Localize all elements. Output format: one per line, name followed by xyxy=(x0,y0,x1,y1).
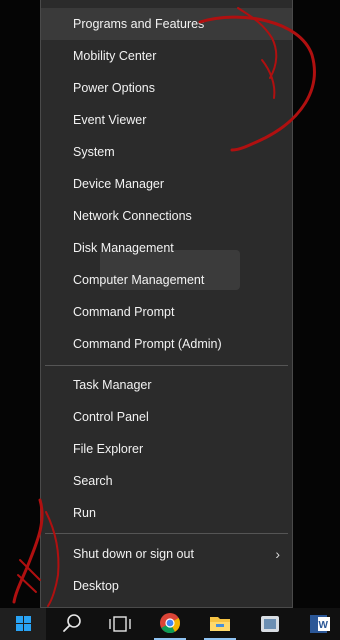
word-icon: W xyxy=(310,615,330,633)
menu-item-task-manager[interactable]: Task Manager xyxy=(41,369,292,401)
menu-item-programs-and-features[interactable]: Programs and Features xyxy=(41,8,292,40)
menu-item-label: Disk Management xyxy=(73,241,174,255)
windows-start-icon xyxy=(16,616,31,631)
search-icon xyxy=(63,614,81,632)
menu-item-control-panel[interactable]: Control Panel xyxy=(41,401,292,433)
menu-item-label: Network Connections xyxy=(73,209,192,223)
menu-item-label: Desktop xyxy=(73,579,119,593)
menu-item-power-options[interactable]: Power Options xyxy=(41,72,292,104)
task-view-button[interactable] xyxy=(96,608,144,640)
menu-item-computer-management[interactable]: Computer Management xyxy=(41,264,292,296)
menu-item-label: Control Panel xyxy=(73,410,149,424)
file-explorer-icon xyxy=(210,617,230,631)
task-view-icon xyxy=(109,616,131,632)
menu-item-label: Search xyxy=(73,474,113,488)
menu-item-system[interactable]: System xyxy=(41,136,292,168)
menu-item-label: Run xyxy=(73,506,96,520)
menu-item-label: Task Manager xyxy=(73,378,152,392)
menu-item-desktop[interactable]: Desktop xyxy=(41,570,292,602)
taskbar-chrome-button[interactable] xyxy=(146,608,194,640)
taskbar-word-button[interactable]: W xyxy=(296,608,340,640)
menu-item-label: Programs and Features xyxy=(73,17,205,31)
menu-item-network-connections[interactable]: Network Connections xyxy=(41,200,292,232)
menu-item-label: Shut down or sign out xyxy=(73,547,194,561)
svg-text:W: W xyxy=(319,620,329,631)
menu-item-label: Command Prompt (Admin) xyxy=(73,337,222,351)
taskbar-app-button[interactable] xyxy=(246,608,294,640)
menu-item-search[interactable]: Search xyxy=(41,465,292,497)
menu-item-label: Event Viewer xyxy=(73,113,147,127)
menu-item-label: Computer Management xyxy=(73,273,205,287)
menu-item-label: File Explorer xyxy=(73,442,144,456)
menu-item-shut-down-or-sign-out[interactable]: Shut down or sign out › xyxy=(41,538,292,570)
taskbar: W xyxy=(0,608,340,640)
menu-item-file-explorer[interactable]: File Explorer xyxy=(41,433,292,465)
desktop-screen: Programs and Features Mobility Center Po… xyxy=(0,0,340,640)
menu-item-mobility-center[interactable]: Mobility Center xyxy=(41,40,292,72)
menu-item-device-manager[interactable]: Device Manager xyxy=(41,168,292,200)
menu-item-label: Command Prompt xyxy=(73,305,175,319)
menu-item-label: Power Options xyxy=(73,81,155,95)
chrome-icon xyxy=(160,613,181,634)
winx-power-user-menu: Programs and Features Mobility Center Po… xyxy=(40,0,293,608)
taskbar-file-explorer-button[interactable] xyxy=(196,608,244,640)
menu-separator xyxy=(45,365,288,366)
app-icon xyxy=(261,616,279,632)
menu-item-label: Device Manager xyxy=(73,177,165,191)
menu-item-label: System xyxy=(73,145,115,159)
start-button[interactable] xyxy=(0,608,46,640)
menu-item-command-prompt[interactable]: Command Prompt xyxy=(41,296,292,328)
menu-item-command-prompt-admin[interactable]: Command Prompt (Admin) xyxy=(41,328,292,360)
menu-item-run[interactable]: Run xyxy=(41,497,292,529)
menu-item-disk-management[interactable]: Disk Management xyxy=(41,232,292,264)
menu-item-event-viewer[interactable]: Event Viewer xyxy=(41,104,292,136)
menu-item-label: Mobility Center xyxy=(73,49,157,63)
taskbar-search-button[interactable] xyxy=(48,608,96,640)
chevron-right-icon: › xyxy=(275,546,280,562)
menu-separator xyxy=(45,533,288,534)
